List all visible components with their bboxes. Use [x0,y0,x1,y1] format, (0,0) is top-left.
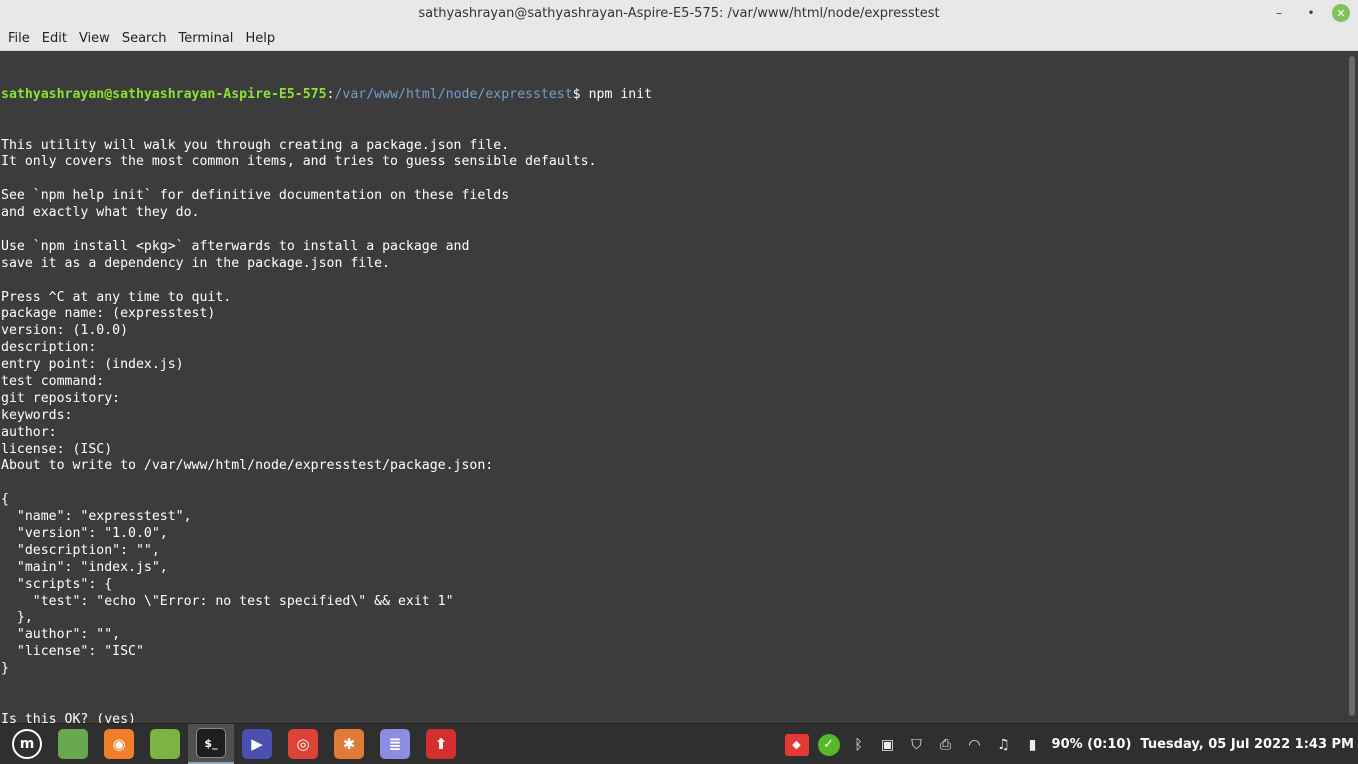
terminal-output[interactable]: sathyashrayan@sathyashrayan-Aspire-E5-57… [0,52,1358,723]
terminal-line: About to write to /var/www/html/node/exp… [1,458,494,474]
terminal-line: entry point: (index.js) [1,357,184,373]
terminal-line: "description": "", [1,542,160,558]
battery-icon[interactable]: ▮ [1023,735,1043,755]
terminal-line: "main": "index.js", [1,559,168,575]
taskbar-app-folder[interactable] [142,724,188,764]
menu-bar: File Edit View Search Terminal Help [0,27,1358,51]
minimize-button[interactable]: – [1268,3,1290,23]
terminal-icon: $_ [196,728,226,758]
command-text: npm init [588,86,653,102]
git-tray-icon[interactable]: ◆ [784,733,809,756]
taskbar-app-text-editor[interactable]: ≣ [372,724,418,764]
taskbar-app-firefox[interactable]: ◉ [96,724,142,764]
terminal-line: test command: [1,373,105,389]
taskbar-app-app-red[interactable]: ⬆ [418,724,464,764]
text-editor-icon: ≣ [380,729,410,759]
terminal-line: package name: (expresstest) [1,306,216,322]
taskbar-app-list: ◉ $_ ▶ ◎ ✱ ≣ ⬆ [50,724,464,764]
battery-status[interactable]: 90% (0:10) [1052,737,1132,752]
maximize-button[interactable]: • [1300,3,1322,23]
terminal-line: author: [1,424,57,440]
menu-view[interactable]: View [73,27,116,51]
taskbar-apps: m ◉ $_ ▶ ◎ ✱ ≣ ⬆ [0,724,464,764]
terminal-line: keywords: [1,407,73,423]
terminal-line: } [1,661,9,677]
window-titlebar[interactable]: sathyashrayan@sathyashrayan-Aspire-E5-57… [0,0,1358,27]
terminal-line: Use `npm install <pkg>` afterwards to in… [1,238,470,254]
taskbar-app-chrome[interactable]: ◎ [280,724,326,764]
terminal-line: and exactly what they do. [1,205,200,221]
chrome-icon: ◎ [288,729,318,759]
terminal-line: Press ^C at any time to quit. [1,289,232,305]
app-red-icon: ⬆ [426,729,456,759]
terminal-line: git repository: [1,390,121,406]
terminal-line: Is this OK? (yes) [1,711,136,723]
music-icon[interactable]: ♫ [994,735,1014,755]
terminal-line: "author": "", [1,627,121,643]
taskbar-app-terminal[interactable]: $_ [188,724,234,764]
terminal-line: "test": "echo \"Error: no test specified… [1,593,454,609]
printer-icon[interactable]: ⎙ [936,735,956,755]
close-button[interactable]: ✕ [1332,4,1350,22]
prompt-dollar: $ [572,86,589,102]
update-check-icon[interactable]: ✓ [817,733,840,756]
menu-file[interactable]: File [2,27,36,51]
terminal-line: license: (ISC) [1,441,113,457]
clock[interactable]: Tuesday, 05 Jul 2022 1:43 PM [1140,737,1354,752]
system-tray: ◆ ✓ ᛒ ▣ ⛉ ⎙ ◠ ♫ ▮ 90% (0:10) Tuesday, 05… [784,724,1358,764]
folder-icon [150,729,180,759]
terminal-line: }, [1,610,33,626]
output-lines: This utility will walk you through creat… [1,138,1358,723]
taskbar-app-files[interactable] [50,724,96,764]
terminal-line: It only covers the most common items, an… [1,154,597,170]
terminal-line: description: [1,340,97,356]
taskbar: m ◉ $_ ▶ ◎ ✱ ≣ ⬆ ◆ ✓ ᛒ ▣ ⛉ ⎙ ◠ ♫ ▮ 90% (0:10) … [0,723,1358,764]
prompt-line: sathyashrayan@sathyashrayan-Aspire-E5-57… [1,87,1358,104]
bluetooth-icon[interactable]: ᛒ [849,735,869,755]
taskbar-app-git-client[interactable]: ✱ [326,724,372,764]
files-icon [58,729,88,759]
terminal-line: "scripts": { [1,576,113,592]
wifi-icon[interactable]: ◠ [965,735,985,755]
terminal-scrollbar[interactable] [1349,56,1355,716]
terminal-line: { [1,492,9,508]
terminal-line: This utility will walk you through creat… [1,137,510,153]
terminal-line: version: (1.0.0) [1,323,129,339]
menu-help[interactable]: Help [239,27,281,51]
menu-button[interactable]: m [4,724,50,764]
menu-terminal[interactable]: Terminal [172,27,239,51]
menu-edit[interactable]: Edit [36,27,73,51]
shield-icon[interactable]: ⛉ [907,735,927,755]
media-player-icon: ▶ [242,729,272,759]
clipboard-icon[interactable]: ▣ [878,735,898,755]
terminal-line: "license": "ISC" [1,644,144,660]
window-title: sathyashrayan@sathyashrayan-Aspire-E5-57… [418,6,940,21]
terminal-line: "version": "1.0.0", [1,526,168,541]
terminal-line: See `npm help init` for definitive docum… [1,188,510,204]
git-client-icon: ✱ [334,729,364,759]
prompt-path: /var/www/html/node/expresstest [334,86,573,102]
terminal-line: "name": "expresstest", [1,509,192,525]
firefox-icon: ◉ [104,729,134,759]
prompt-user: sathyashrayan@sathyashrayan-Aspire-E5-57… [1,86,327,102]
window-controls: – • ✕ [1268,3,1350,23]
mint-logo-icon: m [12,729,42,759]
terminal-line: save it as a dependency in the package.j… [1,255,391,271]
menu-search[interactable]: Search [116,27,173,51]
taskbar-app-media-player[interactable]: ▶ [234,724,280,764]
